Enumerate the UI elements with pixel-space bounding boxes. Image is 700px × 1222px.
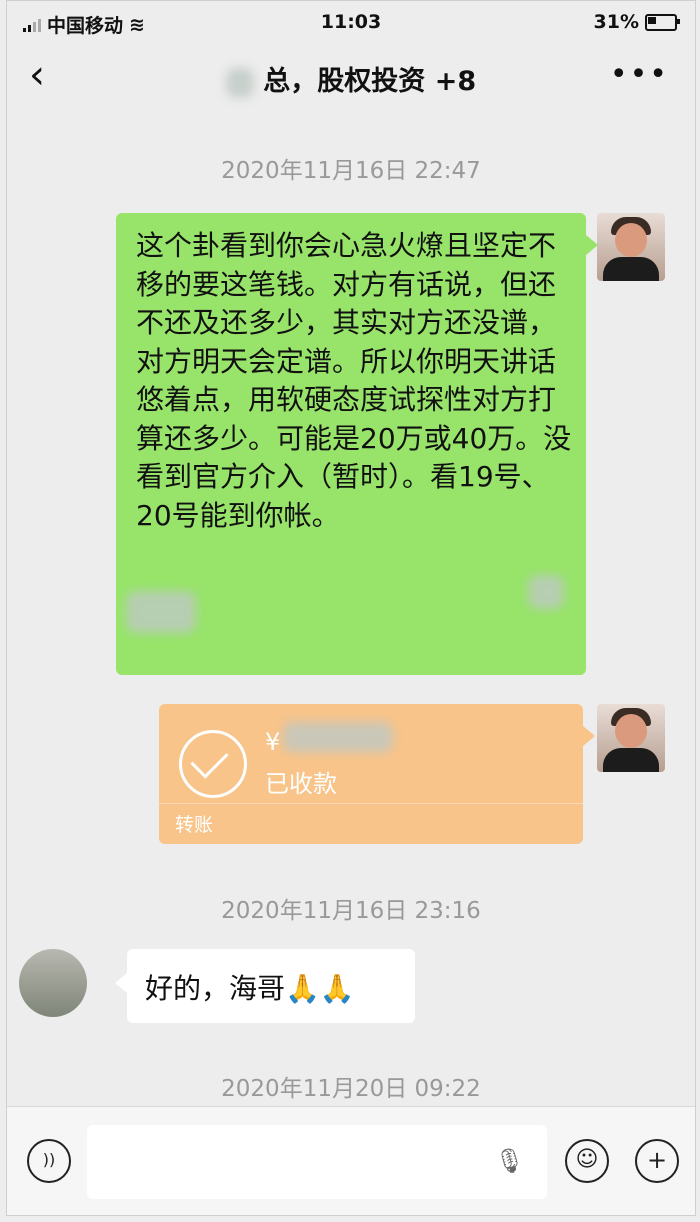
- message-bubble[interactable]: 这个卦看到你会心急火燎且坚定不移的要这笔钱。对方有话说，但还不还及还多少，其实对…: [116, 213, 598, 675]
- microphone-icon[interactable]: 🎙: [495, 1147, 525, 1175]
- avatar-blurred[interactable]: [19, 949, 87, 1017]
- chat-screen: 中国移动 ≋ 11:03 31% ‹ 总，股权投资 +8 ••• 2020年11…: [6, 0, 696, 1216]
- avatar[interactable]: [597, 213, 665, 281]
- avatar[interactable]: [597, 704, 665, 772]
- battery-percent: 31%: [593, 11, 639, 33]
- status-right: 31%: [593, 11, 680, 33]
- plus-icon[interactable]: +: [635, 1139, 679, 1183]
- timestamp: 2020年11月20日 09:22: [221, 1076, 481, 1102]
- chat-title: 总，股权投资 +8: [7, 59, 695, 98]
- more-icon[interactable]: •••: [610, 57, 669, 92]
- reply-text: 好的，海哥🙏🙏: [145, 972, 355, 1005]
- voice-icon[interactable]: )): [27, 1139, 71, 1183]
- currency-symbol: ¥: [265, 728, 281, 756]
- chat-nav: ‹ 总，股权投资 +8 •••: [7, 45, 695, 109]
- transfer-status: 已收款: [265, 770, 337, 798]
- check-circle-icon: [179, 730, 247, 798]
- message-text: 这个卦看到你会心急火燎且坚定不移的要这笔钱。对方有话说，但还不还及还多少，其实对…: [136, 229, 572, 532]
- timestamp: 2020年11月16日 22:47: [221, 158, 481, 184]
- redacted-patch: [126, 591, 196, 633]
- reply-bubble[interactable]: 好的，海哥🙏🙏: [115, 949, 415, 1023]
- emoji-icon[interactable]: ☺: [565, 1139, 609, 1183]
- transfer-label: 转账: [175, 814, 214, 836]
- input-bar: )) 🎙 ☺ +: [7, 1106, 695, 1215]
- redacted-patch: [528, 575, 564, 609]
- message-input[interactable]: 🎙: [87, 1125, 547, 1199]
- battery-icon: [645, 13, 680, 31]
- transfer-footer: 转账: [159, 803, 583, 844]
- transfer-card[interactable]: ¥ 已收款 转账: [159, 704, 595, 844]
- status-bar: 中国移动 ≋ 11:03 31%: [7, 1, 695, 45]
- redacted-amount: [283, 722, 393, 752]
- status-time: 11:03: [320, 11, 382, 33]
- timestamp: 2020年11月16日 23:16: [221, 898, 481, 924]
- redacted-name: [225, 67, 254, 98]
